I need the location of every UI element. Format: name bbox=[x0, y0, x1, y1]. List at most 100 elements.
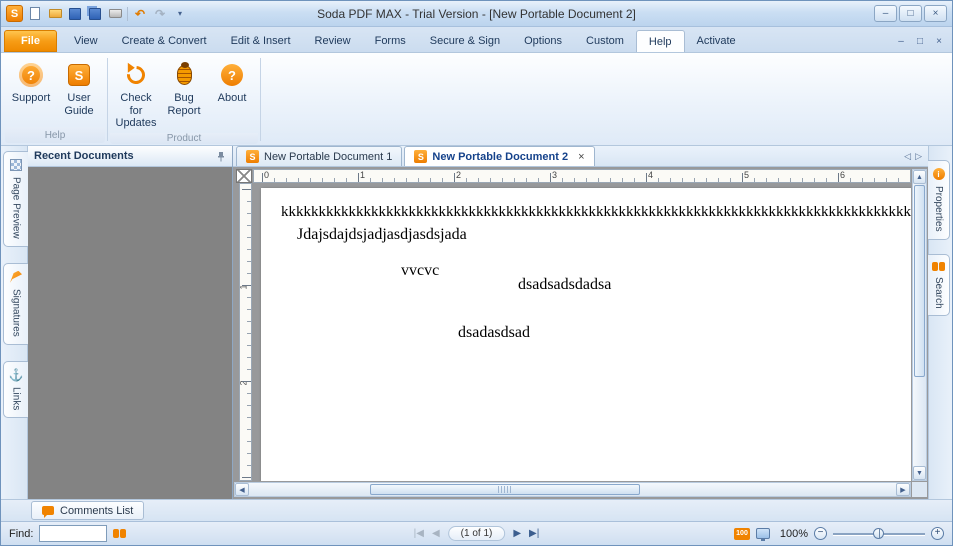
tab-scroll-left-icon[interactable]: ◁ bbox=[904, 151, 911, 162]
zoom-preset-icon[interactable]: 100 bbox=[734, 527, 750, 540]
document-tab-bar: S New Portable Document 1 S New Portable… bbox=[233, 146, 928, 167]
close-button[interactable]: × bbox=[924, 5, 947, 22]
tab-forms[interactable]: Forms bbox=[363, 30, 418, 52]
check-updates-icon bbox=[123, 62, 149, 88]
restore-button[interactable]: □ bbox=[899, 5, 922, 22]
properties-icon: i bbox=[932, 168, 945, 180]
page-indicator: (1 of 1) bbox=[447, 526, 506, 541]
doc-tab-1[interactable]: S New Portable Document 1 bbox=[236, 146, 403, 166]
horizontal-scroll-thumb[interactable] bbox=[370, 484, 640, 495]
tab-help[interactable]: Help bbox=[635, 30, 685, 52]
about-button[interactable]: ? About bbox=[208, 58, 256, 108]
tab-close-icon[interactable]: × bbox=[578, 151, 584, 163]
text-line[interactable]: kkkkkkkkkkkkkkkkkkkkkkkkkkkkkkkkkkkkkkkk… bbox=[281, 204, 911, 221]
minimize-button[interactable]: – bbox=[874, 5, 897, 22]
document-canvas[interactable]: kkkkkkkkkkkkkkkkkkkkkkkkkkkkkkkkkkkkkkkk… bbox=[253, 183, 911, 481]
new-document-icon[interactable] bbox=[27, 6, 43, 22]
sidebar-item-signatures[interactable]: Signatures bbox=[3, 262, 28, 345]
next-page-icon[interactable]: ▶ bbox=[513, 528, 521, 539]
doc-close-icon[interactable]: × bbox=[932, 35, 946, 48]
user-guide-button[interactable]: S User Guide bbox=[55, 58, 103, 120]
text-line[interactable]: dsadsadsdadsa bbox=[518, 276, 611, 294]
app-window: Soda PDF MAX - Trial Version - [New Port… bbox=[0, 0, 953, 546]
scroll-up-icon[interactable]: ▲ bbox=[913, 170, 926, 184]
save-all-icon[interactable] bbox=[87, 6, 103, 22]
doc-minimize-icon[interactable]: – bbox=[894, 35, 908, 48]
pin-icon[interactable] bbox=[216, 151, 226, 162]
ribbon-group-help: ? Support S User Guide Help bbox=[3, 55, 107, 145]
open-folder-icon[interactable] bbox=[47, 6, 63, 22]
signature-icon bbox=[10, 270, 22, 283]
document-region: S New Portable Document 1 S New Portable… bbox=[233, 146, 928, 499]
document-window-controls: – □ × bbox=[894, 35, 949, 52]
ruler-mark: 5 bbox=[744, 170, 750, 180]
tab-file[interactable]: File bbox=[4, 30, 57, 52]
bug-report-button[interactable]: Bug Report bbox=[160, 58, 208, 120]
group-label-product: Product bbox=[110, 132, 258, 144]
ribbon-tab-bar: File View Create & Convert Edit & Insert… bbox=[1, 27, 952, 53]
tab-custom[interactable]: Custom bbox=[574, 30, 636, 52]
tab-edit-insert[interactable]: Edit & Insert bbox=[219, 30, 303, 52]
vertical-scroll-thumb[interactable] bbox=[914, 185, 925, 378]
scroll-down-icon[interactable]: ▼ bbox=[913, 466, 926, 480]
last-page-icon[interactable]: ▶| bbox=[529, 528, 539, 539]
zoom-percent: 100% bbox=[779, 527, 808, 540]
recent-documents-list[interactable] bbox=[28, 167, 232, 499]
ruler-mark: 1 bbox=[239, 284, 249, 290]
text-line[interactable]: Jdajsdajdsjadjasdjasdsjada bbox=[297, 226, 467, 244]
comments-list-tab[interactable]: Comments List bbox=[31, 501, 145, 520]
undo-icon[interactable]: ↶ bbox=[132, 6, 148, 22]
scroll-right-icon[interactable]: ▶ bbox=[896, 483, 910, 496]
save-icon[interactable] bbox=[67, 6, 83, 22]
anchor-icon: ⚓ bbox=[8, 367, 24, 382]
right-sidebar: i Properties Search bbox=[928, 146, 952, 499]
find-input[interactable] bbox=[39, 525, 108, 542]
support-icon: ? bbox=[19, 63, 43, 87]
tab-review[interactable]: Review bbox=[303, 30, 363, 52]
tab-scroll-right-icon[interactable]: ▷ bbox=[915, 151, 922, 162]
tab-view[interactable]: View bbox=[62, 30, 110, 52]
comments-strip: Comments List bbox=[1, 499, 952, 521]
app-icon[interactable]: S bbox=[6, 5, 23, 22]
redo-icon[interactable]: ↷ bbox=[152, 6, 168, 22]
doc-tab-2[interactable]: S New Portable Document 2 × bbox=[404, 146, 595, 166]
soda-doc-icon: S bbox=[246, 150, 259, 163]
bug-report-icon bbox=[176, 62, 192, 85]
tab-secure-sign[interactable]: Secure & Sign bbox=[418, 30, 512, 52]
sidebar-item-search[interactable]: Search bbox=[928, 253, 950, 317]
ruler-mark: 2 bbox=[239, 380, 249, 386]
find-label: Find: bbox=[9, 527, 34, 540]
sidebar-item-properties[interactable]: i Properties bbox=[928, 160, 950, 240]
text-line[interactable]: dsadasdsad bbox=[458, 324, 530, 342]
ribbon: ? Support S User Guide Help Check for Up… bbox=[1, 53, 952, 146]
zoom-slider[interactable] bbox=[833, 527, 925, 540]
main-area: Page Preview Signatures ⚓ Links Recent D… bbox=[1, 146, 952, 499]
find-options-icon[interactable] bbox=[113, 529, 120, 538]
vertical-scrollbar[interactable]: ▲ ▼ bbox=[912, 169, 927, 481]
horizontal-scrollbar[interactable]: ◀ ▶ bbox=[234, 482, 911, 497]
pdf-page[interactable]: kkkkkkkkkkkkkkkkkkkkkkkkkkkkkkkkkkkkkkkk… bbox=[261, 188, 911, 481]
doc-restore-icon[interactable]: □ bbox=[913, 35, 927, 48]
zoom-in-icon[interactable]: + bbox=[931, 527, 944, 540]
fit-screen-icon[interactable] bbox=[756, 528, 770, 541]
previous-page-icon[interactable]: ◀ bbox=[432, 528, 440, 539]
tab-options[interactable]: Options bbox=[512, 30, 574, 52]
titlebar: Soda PDF MAX - Trial Version - [New Port… bbox=[1, 1, 952, 27]
comment-icon bbox=[42, 506, 54, 518]
sidebar-item-page-preview[interactable]: Page Preview bbox=[3, 151, 28, 247]
tab-activate[interactable]: Activate bbox=[685, 30, 748, 52]
ribbon-group-separator bbox=[260, 58, 261, 141]
qat-dropdown-icon[interactable]: ▾ bbox=[172, 6, 188, 22]
text-line[interactable]: vvcvc bbox=[401, 262, 439, 280]
check-updates-button[interactable]: Check for Updates bbox=[112, 58, 160, 133]
tab-create-convert[interactable]: Create & Convert bbox=[110, 30, 219, 52]
first-page-icon[interactable]: |◀ bbox=[414, 528, 424, 539]
zoom-slider-thumb[interactable] bbox=[873, 528, 884, 539]
print-icon[interactable] bbox=[107, 6, 123, 22]
panel-title: Recent Documents bbox=[34, 150, 134, 162]
scroll-left-icon[interactable]: ◀ bbox=[235, 483, 249, 496]
support-button[interactable]: ? Support bbox=[7, 58, 55, 108]
ribbon-group-product: Check for Updates Bug Report ? About Pro… bbox=[108, 55, 260, 145]
zoom-out-icon[interactable]: − bbox=[814, 527, 827, 540]
sidebar-item-links[interactable]: ⚓ Links bbox=[3, 360, 28, 418]
